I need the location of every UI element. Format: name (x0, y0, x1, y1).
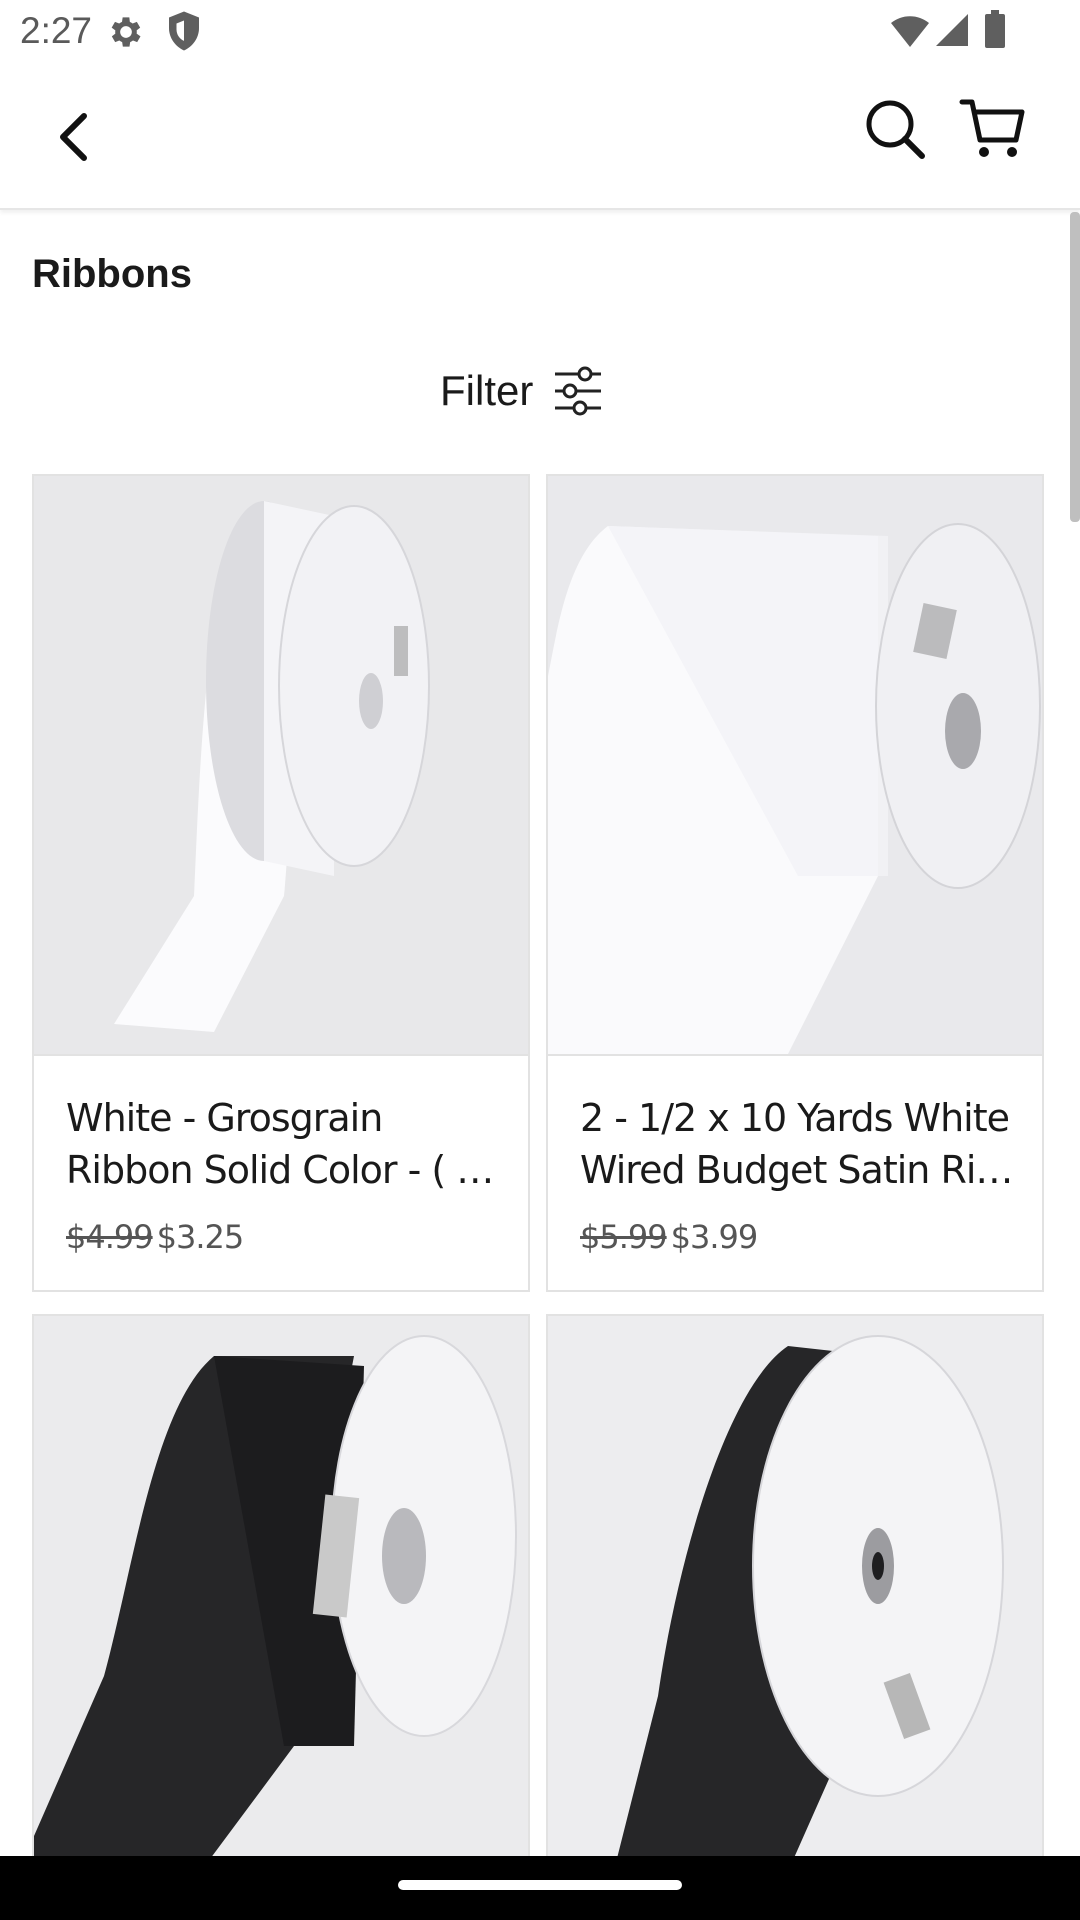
product-name[interactable]: White - Grosgrain Ribbon Solid Color - (… (66, 1092, 506, 1196)
product-price: $4.99 $3.25 (66, 1218, 245, 1256)
white-satin-ribbon-spool-image (548, 476, 1042, 1054)
filter-sliders-icon (555, 366, 602, 416)
status-bar: 2:27 (0, 0, 1080, 64)
black-ribbon-spool-image (34, 1316, 528, 1872)
sale-price: $3.99 (670, 1218, 759, 1256)
product-price: $5.99 $3.99 (580, 1218, 759, 1256)
search-button[interactable] (860, 94, 930, 164)
back-button[interactable] (40, 102, 110, 172)
product-image[interactable] (34, 1316, 528, 1872)
filter-label: Filter (440, 367, 534, 414)
filter-button[interactable]: Filter (440, 356, 603, 426)
original-price: $4.99 (66, 1218, 154, 1256)
back-arrow-icon (60, 113, 87, 161)
search-icon (866, 100, 925, 159)
cart-button[interactable] (958, 94, 1028, 164)
home-gesture-handle[interactable] (398, 1880, 682, 1890)
product-image[interactable] (34, 476, 528, 1054)
product-name-line: 2 - 1/2 x 10 Yards White (580, 1096, 1010, 1140)
product-info: 2 - 1/2 x 10 Yards White Wired Budget Sa… (548, 1054, 1042, 1290)
product-card[interactable]: 2 - 1/2 x 10 Yards White Wired Budget Sa… (546, 474, 1044, 1292)
product-name-line: Wired Budget Satin Ribbon (580, 1148, 1020, 1192)
original-price: $5.99 (580, 1218, 668, 1256)
wifi-icon (891, 16, 929, 47)
product-card[interactable] (32, 1314, 530, 1874)
product-info: White - Grosgrain Ribbon Solid Color - (… (34, 1054, 528, 1290)
status-time: 2:27 (20, 10, 93, 51)
product-image[interactable] (548, 1316, 1042, 1872)
product-card[interactable]: White - Grosgrain Ribbon Solid Color - (… (32, 474, 530, 1292)
shield-icon (169, 11, 199, 51)
sale-price: $3.25 (156, 1218, 245, 1256)
battery-icon (985, 10, 1005, 48)
gear-icon (111, 17, 141, 47)
signal-icon (936, 14, 968, 46)
black-grosgrain-ribbon-spool-image (548, 1316, 1042, 1872)
product-name[interactable]: 2 - 1/2 x 10 Yards White Wired Budget Sa… (580, 1092, 1020, 1196)
cart-icon (959, 99, 1025, 157)
product-image[interactable] (548, 476, 1042, 1054)
page-title: Ribbons (32, 252, 192, 296)
product-name-line: White - Grosgrain (66, 1096, 383, 1140)
product-name-line: Ribbon Solid Color - ( 1-1/2 inch | 50 Y… (66, 1148, 506, 1192)
navigation-bar (0, 1856, 1080, 1920)
white-grosgrain-ribbon-spool-image (34, 476, 528, 1054)
scrollbar[interactable] (1070, 212, 1080, 522)
product-card[interactable] (546, 1314, 1044, 1874)
app-bar (0, 64, 1080, 210)
